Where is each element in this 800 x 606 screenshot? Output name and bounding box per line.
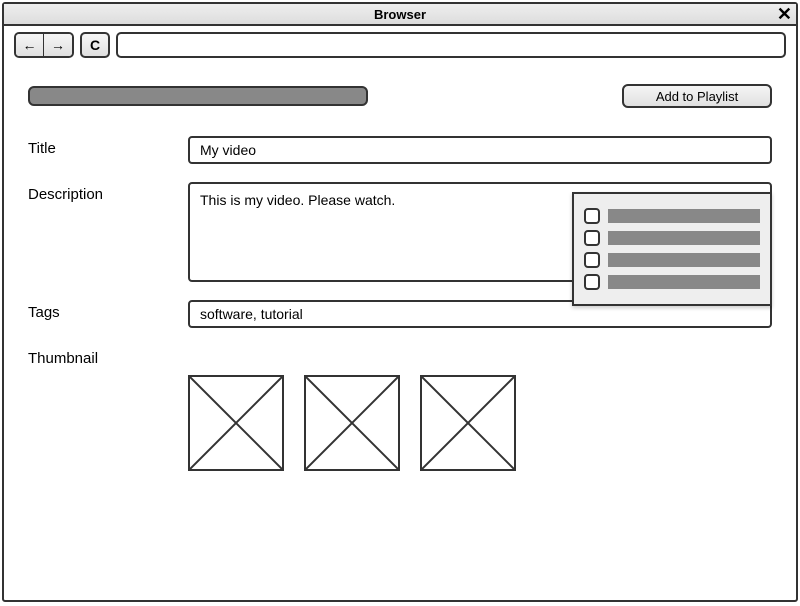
- placeholder-x-icon: [422, 377, 514, 469]
- playlist-item-label: [608, 275, 760, 289]
- checkbox[interactable]: [584, 230, 600, 246]
- placeholder-x-icon: [306, 377, 398, 469]
- url-input[interactable]: [116, 32, 786, 58]
- placeholder-x-icon: [190, 377, 282, 469]
- description-label: Description: [28, 182, 188, 282]
- playlist-popup: [572, 192, 772, 306]
- thumbnail-option[interactable]: [304, 375, 400, 471]
- arrow-left-icon: ←: [23, 37, 37, 53]
- arrow-right-icon: →: [51, 37, 65, 53]
- reload-button[interactable]: C: [80, 32, 110, 58]
- titlebar: Browser ✕: [4, 4, 796, 26]
- playlist-item[interactable]: [584, 252, 760, 268]
- playlist-item[interactable]: [584, 230, 760, 246]
- window-title: Browser: [374, 7, 426, 22]
- browser-window: Browser ✕ ← → C Add to Playlist Title De…: [2, 2, 798, 602]
- thumbnail-label: Thumbnail: [28, 346, 188, 367]
- nav-group: ← →: [14, 32, 74, 58]
- playlist-item[interactable]: [584, 208, 760, 224]
- title-label: Title: [28, 136, 188, 164]
- title-input[interactable]: [188, 136, 772, 164]
- thumbnail-option[interactable]: [420, 375, 516, 471]
- thumbnail-options: [28, 375, 772, 471]
- forward-button[interactable]: →: [44, 34, 72, 56]
- top-row: Add to Playlist: [28, 84, 772, 108]
- heading-placeholder: [28, 86, 368, 106]
- close-icon[interactable]: ✕: [777, 4, 792, 24]
- title-row: Title: [28, 136, 772, 164]
- back-button[interactable]: ←: [16, 34, 44, 56]
- checkbox[interactable]: [584, 208, 600, 224]
- playlist-item-label: [608, 231, 760, 245]
- page-content: Add to Playlist Title Description Tags T…: [4, 64, 796, 491]
- thumbnail-option[interactable]: [188, 375, 284, 471]
- browser-toolbar: ← → C: [4, 26, 796, 64]
- playlist-item-label: [608, 209, 760, 223]
- checkbox[interactable]: [584, 274, 600, 290]
- reload-icon: C: [90, 37, 100, 53]
- playlist-item[interactable]: [584, 274, 760, 290]
- checkbox[interactable]: [584, 252, 600, 268]
- thumbnail-row: Thumbnail: [28, 346, 772, 367]
- add-to-playlist-button[interactable]: Add to Playlist: [622, 84, 772, 108]
- playlist-item-label: [608, 253, 760, 267]
- tags-label: Tags: [28, 300, 188, 328]
